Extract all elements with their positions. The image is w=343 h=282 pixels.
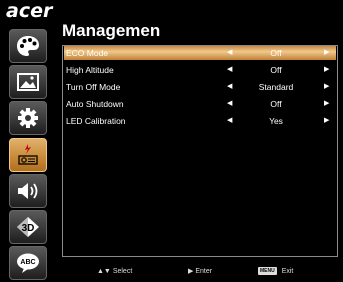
menu-row-value: Yes <box>269 116 283 126</box>
sidebar-item-image[interactable] <box>9 65 47 100</box>
menu-row-auto-shutdown[interactable]: Auto Shutdown ◀ Off ▶ <box>64 97 336 111</box>
menu-key-icon: MENU <box>258 267 277 276</box>
right-arrow-icon[interactable]: ▶ <box>324 46 329 60</box>
menu-row-value: Off <box>270 99 282 109</box>
footer-hints: ▲▼ Select ▶ Enter MENU Exit <box>0 266 343 277</box>
3d-icon: 3D <box>17 216 39 237</box>
left-arrow-icon[interactable]: ◀ <box>227 46 232 60</box>
select-hint: ▲▼ Select <box>97 266 132 277</box>
menu-row-led-calibration[interactable]: LED Calibration ◀ Yes ▶ <box>64 114 336 128</box>
select-hint-label: Select <box>112 268 133 275</box>
up-down-arrows-icon: ▲▼ <box>97 268 111 275</box>
menu-row-value: Standard <box>258 82 294 92</box>
acer-logo: acer <box>6 0 53 22</box>
enter-hint: ▶ Enter <box>188 266 212 277</box>
gear-icon <box>18 108 38 129</box>
menu-row-label: Turn Off Mode <box>66 82 121 92</box>
menu-row-turn-off-mode[interactable]: Turn Off Mode ◀ Standard ▶ <box>64 80 336 94</box>
exit-hint-label: Exit <box>281 268 294 275</box>
menu-row-label: Auto Shutdown <box>66 99 124 109</box>
left-arrow-icon[interactable]: ◀ <box>227 80 232 94</box>
projector-power-icon <box>18 143 38 165</box>
menu-row-label: LED Calibration <box>66 116 126 126</box>
sidebar: 3D ABC <box>9 29 49 282</box>
right-arrow-icon[interactable]: ▶ <box>324 97 329 111</box>
right-arrow-icon[interactable]: ▶ <box>324 80 329 94</box>
page-title: Managemen <box>62 21 161 40</box>
menu-row-value: Off <box>270 65 282 75</box>
left-arrow-icon[interactable]: ◀ <box>227 114 232 128</box>
management-menu-panel: ECO Mode ◀ Off ▶ High Altitude ◀ Off ▶ T… <box>62 45 338 257</box>
sidebar-item-settings[interactable] <box>9 101 47 136</box>
sidebar-item-color[interactable] <box>9 29 47 63</box>
right-arrow-icon[interactable]: ▶ <box>324 63 329 77</box>
3d-icon-text: 3D <box>22 223 35 234</box>
speaker-icon <box>18 182 38 199</box>
menu-row-value: Off <box>270 48 282 58</box>
left-arrow-icon[interactable]: ◀ <box>227 63 232 77</box>
menu-row-label: ECO Mode <box>66 48 109 58</box>
right-arrow-icon[interactable]: ▶ <box>324 114 329 128</box>
sidebar-item-management[interactable] <box>9 137 47 172</box>
enter-hint-label: Enter <box>195 268 213 275</box>
menu-row-high-altitude[interactable]: High Altitude ◀ Off ▶ <box>64 63 336 77</box>
menu-row-label: High Altitude <box>66 65 114 75</box>
sidebar-item-3d[interactable]: 3D <box>9 209 47 244</box>
enter-arrow-icon: ▶ <box>188 268 194 275</box>
image-icon <box>17 73 39 92</box>
sidebar-item-audio[interactable] <box>9 173 47 208</box>
left-arrow-icon[interactable]: ◀ <box>227 97 232 111</box>
menu-row-eco-mode[interactable]: ECO Mode ◀ Off ▶ <box>64 46 336 60</box>
palette-icon <box>17 36 39 56</box>
exit-hint: MENU Exit <box>258 266 293 277</box>
